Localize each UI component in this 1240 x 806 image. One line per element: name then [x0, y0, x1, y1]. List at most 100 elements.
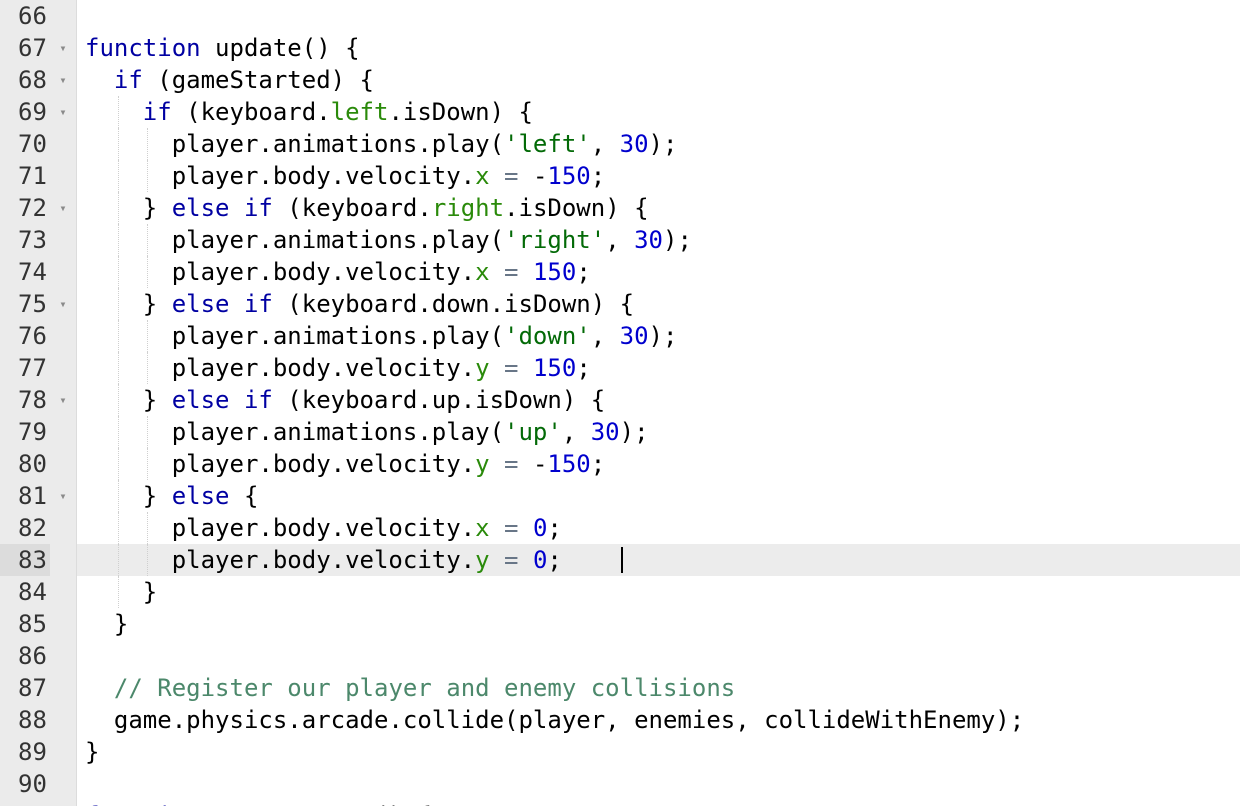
line-number-cell: 79: [0, 416, 76, 448]
code-line-content[interactable]: }: [77, 576, 1240, 608]
code-line[interactable]: 69 ▾ if (keyboard.left.isDown) {: [0, 96, 1240, 128]
code-line[interactable]: 84 }: [0, 576, 1240, 608]
line-number: 84: [18, 578, 47, 606]
code-line-content[interactable]: [77, 768, 1240, 800]
code-line-content[interactable]: function update() {: [77, 32, 1240, 64]
line-number-cell: 85: [0, 608, 76, 640]
fold-toggle-icon[interactable]: ▾: [56, 32, 70, 64]
code-line-content[interactable]: if (keyboard.left.isDown) {: [77, 96, 1240, 128]
code-line-content[interactable]: [77, 640, 1240, 672]
code-line[interactable]: 88 game.physics.arcade.collide(player, e…: [0, 704, 1240, 736]
fold-toggle-icon[interactable]: ▾: [56, 96, 70, 128]
line-number: 76: [18, 322, 47, 350]
code-text: player.body.velocity.x = -150;: [85, 162, 606, 190]
line-number-cell: 86: [0, 640, 76, 672]
fold-toggle-icon[interactable]: ▾: [56, 288, 70, 320]
code-line[interactable]: 71 player.body.velocity.x = -150;: [0, 160, 1240, 192]
code-line-content[interactable]: } else {: [77, 480, 1240, 512]
code-text: player.animations.play('left', 30);: [85, 130, 678, 158]
code-line[interactable]: 78 ▾ } else if (keyboard.up.isDown) {: [0, 384, 1240, 416]
line-number-cell: 83: [0, 544, 76, 576]
code-line-content[interactable]: } else if (keyboard.down.isDown) {: [77, 288, 1240, 320]
line-number-cell: 89: [0, 736, 76, 768]
code-line[interactable]: 91 ▾ function restartGame() {: [0, 800, 1240, 806]
code-line-content[interactable]: // Register our player and enemy collisi…: [77, 672, 1240, 704]
line-number: 68: [18, 66, 47, 94]
code-line[interactable]: 73 player.animations.play('right', 30);: [0, 224, 1240, 256]
code-line-content[interactable]: }: [77, 736, 1240, 768]
code-line-content[interactable]: }: [77, 608, 1240, 640]
code-line[interactable]: 74 player.body.velocity.x = 150;: [0, 256, 1240, 288]
line-number-cell: 84: [0, 576, 76, 608]
fold-toggle-icon[interactable]: ▾: [56, 64, 70, 96]
code-line-content[interactable]: } else if (keyboard.up.isDown) {: [77, 384, 1240, 416]
code-line-content[interactable]: [77, 0, 1240, 32]
line-number-cell: 71: [0, 160, 76, 192]
code-line[interactable]: 86: [0, 640, 1240, 672]
code-line-content[interactable]: player.body.velocity.y = 0;: [77, 544, 1240, 576]
line-number-cell: 66: [0, 0, 76, 32]
code-text: player.body.velocity.x = 0;: [85, 514, 562, 542]
line-number: 79: [18, 418, 47, 446]
code-line[interactable]: 66: [0, 0, 1240, 32]
line-number-cell: 70: [0, 128, 76, 160]
code-line-content[interactable]: player.body.velocity.x = 150;: [77, 256, 1240, 288]
line-number: 90: [18, 770, 47, 798]
code-line[interactable]: 90: [0, 768, 1240, 800]
line-number: 82: [18, 514, 47, 542]
code-line[interactable]: 81 ▾ } else {: [0, 480, 1240, 512]
text-cursor: [621, 547, 623, 573]
fold-toggle-icon[interactable]: ▾: [56, 480, 70, 512]
code-editor[interactable]: 66 67 ▾ function update() {68 ▾ if (gameStar…: [0, 0, 1240, 806]
code-line[interactable]: 75 ▾ } else if (keyboard.down.isDown) {: [0, 288, 1240, 320]
line-number-cell: 88: [0, 704, 76, 736]
code-line[interactable]: 83 player.body.velocity.y = 0;: [0, 544, 1240, 576]
line-number-cell: 77: [0, 352, 76, 384]
code-line[interactable]: 82 player.body.velocity.x = 0;: [0, 512, 1240, 544]
code-line-content[interactable]: player.animations.play('left', 30);: [77, 128, 1240, 160]
line-number-cell: 76: [0, 320, 76, 352]
code-line[interactable]: 67 ▾ function update() {: [0, 32, 1240, 64]
code-line[interactable]: 85 }: [0, 608, 1240, 640]
code-text: } else if (keyboard.right.isDown) {: [85, 194, 649, 222]
code-text: }: [85, 578, 158, 606]
line-number: 73: [18, 226, 47, 254]
code-line[interactable]: 70 player.animations.play('left', 30);: [0, 128, 1240, 160]
fold-toggle-icon[interactable]: ▾: [56, 384, 70, 416]
code-line-content[interactable]: player.body.velocity.x = -150;: [77, 160, 1240, 192]
code-text: game.physics.arcade.collide(player, enem…: [85, 706, 1025, 734]
code-text: } else if (keyboard.up.isDown) {: [85, 386, 606, 414]
code-line[interactable]: 80 player.body.velocity.y = -150;: [0, 448, 1240, 480]
code-line-content[interactable]: player.animations.play('up', 30);: [77, 416, 1240, 448]
line-number: 85: [18, 610, 47, 638]
fold-toggle-icon[interactable]: ▾: [56, 192, 70, 224]
code-line-content[interactable]: player.body.velocity.y = -150;: [77, 448, 1240, 480]
code-line-content[interactable]: player.body.velocity.x = 0;: [77, 512, 1240, 544]
line-number-cell: 73: [0, 224, 76, 256]
code-line-content[interactable]: function restartGame() {: [77, 800, 1240, 806]
code-line[interactable]: 87 // Register our player and enemy coll…: [0, 672, 1240, 704]
code-line[interactable]: 79 player.animations.play('up', 30);: [0, 416, 1240, 448]
code-line-content[interactable]: game.physics.arcade.collide(player, enem…: [77, 704, 1240, 736]
line-number-cell: 68 ▾: [0, 64, 76, 96]
code-line[interactable]: 76 player.animations.play('down', 30);: [0, 320, 1240, 352]
code-text: function update() {: [85, 34, 360, 62]
code-text: player.body.velocity.x = 150;: [85, 258, 591, 286]
line-number: 70: [18, 130, 47, 158]
code-line[interactable]: 89}: [0, 736, 1240, 768]
fold-toggle-icon[interactable]: ▾: [56, 800, 70, 806]
code-text: player.body.velocity.y = -150;: [85, 450, 606, 478]
code-line-content[interactable]: if (gameStarted) {: [77, 64, 1240, 96]
line-number-cell: 90: [0, 768, 76, 800]
line-number-cell: 82: [0, 512, 76, 544]
code-line-content[interactable]: player.animations.play('right', 30);: [77, 224, 1240, 256]
code-line[interactable]: 72 ▾ } else if (keyboard.right.isDown) {: [0, 192, 1240, 224]
code-line-content[interactable]: } else if (keyboard.right.isDown) {: [77, 192, 1240, 224]
code-line[interactable]: 68 ▾ if (gameStarted) {: [0, 64, 1240, 96]
line-number-cell: 87: [0, 672, 76, 704]
code-line-content[interactable]: player.body.velocity.y = 150;: [77, 352, 1240, 384]
code-line-content[interactable]: player.animations.play('down', 30);: [77, 320, 1240, 352]
line-number: 78: [18, 386, 47, 414]
code-line[interactable]: 77 player.body.velocity.y = 150;: [0, 352, 1240, 384]
line-number-cell: 81 ▾: [0, 480, 76, 512]
